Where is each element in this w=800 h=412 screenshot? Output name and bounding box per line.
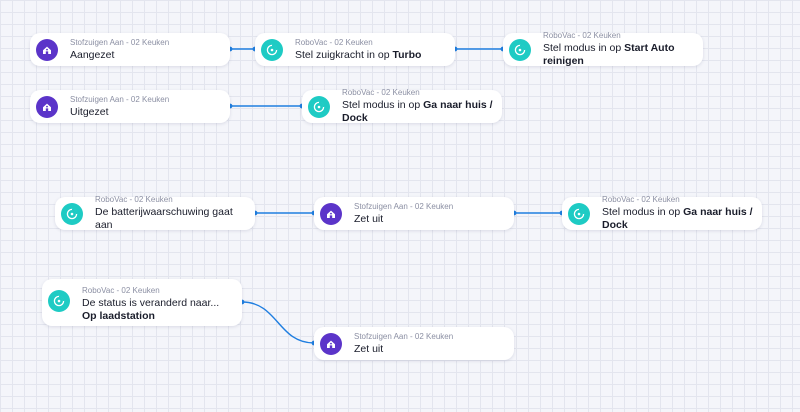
flow-canvas[interactable]: Stofzuigen Aan - 02 Keuken Aangezet Robo… [0,0,800,412]
node-device-name: Stofzuigen Aan - 02 Keuken [354,331,454,341]
node-label: De status is veranderd naar... Op laadst… [82,297,220,322]
action-node-turn-off[interactable]: Stofzuigen Aan - 02 Keuken Zet uit [314,197,514,230]
home-icon [36,95,58,118]
vacuum-icon [61,202,83,225]
node-label: Stel zuigkracht in op Turbo [295,48,422,61]
vacuum-icon [261,38,283,61]
action-node-set-mode-dock[interactable]: RoboVac - 02 Keuken Stel modus in op Ga … [302,88,502,124]
node-device-name: RoboVac - 02 Keuken [295,37,373,47]
action-node-set-mode-auto-clean[interactable]: RoboVac - 02 Keuken Stel modus in op Sta… [503,31,703,67]
node-label: Stel modus in op Ga naar huis / Dock [342,99,493,124]
node-label: Stel modus in op Ga naar huis / Dock [602,206,753,231]
home-icon [320,202,342,225]
trigger-node-switched-on[interactable]: Stofzuigen Aan - 02 Keuken Aangezet [30,33,230,66]
vacuum-icon [308,95,330,118]
node-label: De batterijwaarschuwing gaat aan [95,206,233,231]
node-device-name: Stofzuigen Aan - 02 Keuken [70,94,170,104]
node-device-name: RoboVac - 02 Keuken [342,88,420,97]
trigger-node-status-changed[interactable]: RoboVac - 02 Keuken De status is verande… [42,279,242,326]
node-label: Uitgezet [70,105,109,118]
vacuum-icon [509,38,531,61]
node-device-name: RoboVac - 02 Keuken [95,195,173,204]
node-label: Aangezet [70,48,115,61]
home-icon [320,332,342,355]
trigger-node-battery-warning[interactable]: RoboVac - 02 Keuken De batterijwaarschuw… [55,195,255,231]
node-label: Stel modus in op Start Auto reinigen [543,42,675,67]
vacuum-icon [48,290,70,312]
connection-wire[interactable] [241,301,315,344]
node-device-name: Stofzuigen Aan - 02 Keuken [354,201,454,211]
action-node-turn-off[interactable]: Stofzuigen Aan - 02 Keuken Zet uit [314,327,514,360]
action-node-set-mode-dock[interactable]: RoboVac - 02 Keuken Stel modus in op Ga … [562,195,762,231]
home-icon [36,38,58,61]
node-label: Zet uit [354,212,384,225]
trigger-node-switched-off[interactable]: Stofzuigen Aan - 02 Keuken Uitgezet [30,90,230,123]
node-device-name: RoboVac - 02 Keuken [602,195,680,204]
node-device-name: RoboVac - 02 Keuken [543,31,621,40]
vacuum-icon [568,202,590,225]
node-device-name: Stofzuigen Aan - 02 Keuken [70,37,170,47]
node-device-name: RoboVac - 02 Keuken [82,286,160,295]
action-node-set-suction[interactable]: RoboVac - 02 Keuken Stel zuigkracht in o… [255,33,455,66]
node-label: Zet uit [354,342,384,355]
